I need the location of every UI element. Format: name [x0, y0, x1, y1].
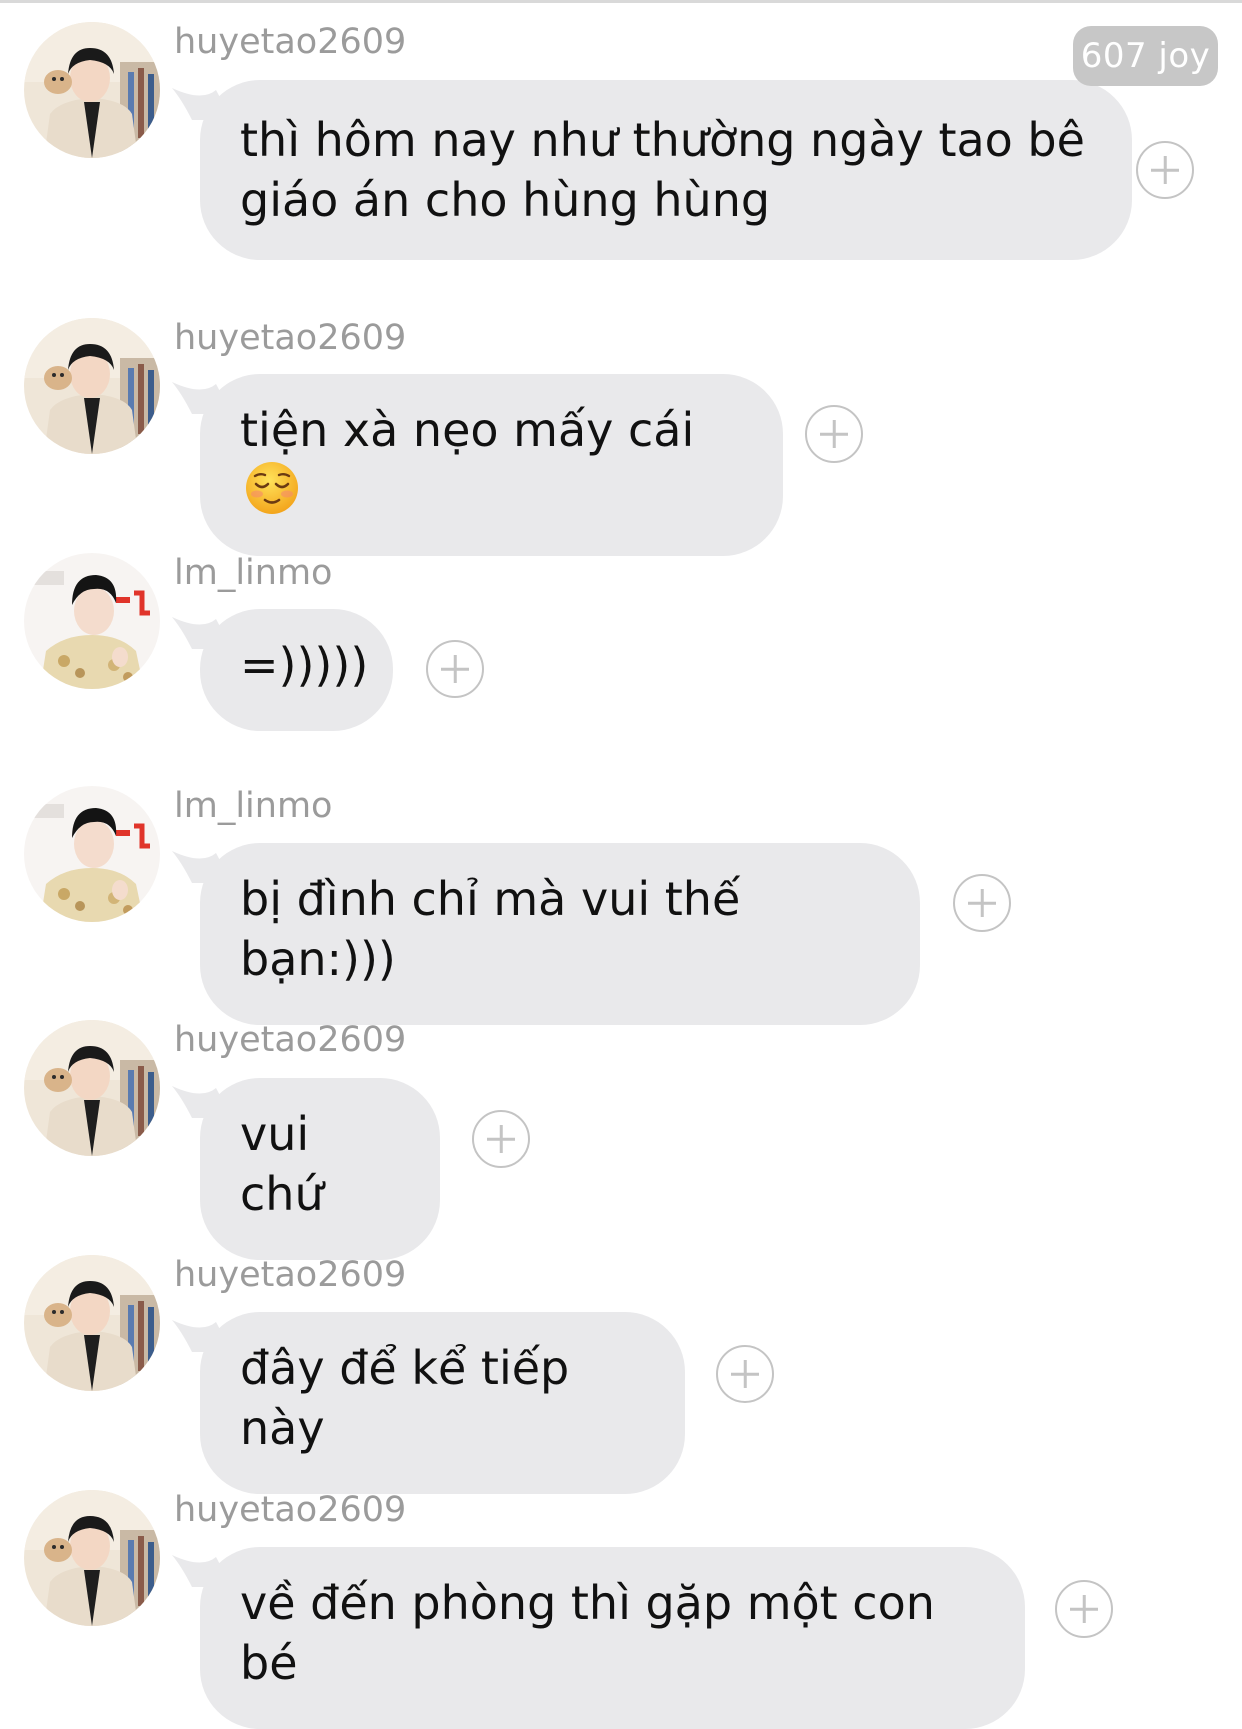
message-bubble[interactable]: thì hôm nay như thường ngày tao bê giáo …: [200, 80, 1132, 260]
username[interactable]: huyetao2609: [174, 1255, 406, 1295]
avatar[interactable]: [24, 22, 160, 158]
add-reaction-icon[interactable]: [426, 640, 484, 698]
add-reaction-icon[interactable]: [716, 1345, 774, 1403]
message-bubble-wrap: bị đình chỉ mà vui thế bạn:))): [172, 843, 920, 1025]
add-reaction-icon[interactable]: [472, 1110, 530, 1168]
add-reaction-icon[interactable]: [1055, 1580, 1113, 1638]
add-reaction-icon[interactable]: [1136, 141, 1194, 199]
top-divider: [0, 0, 1242, 3]
avatar[interactable]: [24, 1020, 160, 1156]
message-text: tiện xà nẹo mấy cái: [240, 403, 695, 457]
username[interactable]: lm_linmo: [174, 786, 332, 826]
relieved-face-emoji: [246, 462, 298, 514]
message-bubble-wrap: về đến phòng thì gặp một con bé: [172, 1547, 1025, 1729]
message-bubble-wrap: =))))): [172, 609, 393, 731]
message-bubble[interactable]: tiện xà nẹo mấy cái: [200, 374, 783, 556]
username[interactable]: huyetao2609: [174, 318, 406, 358]
username[interactable]: huyetao2609: [174, 1490, 406, 1530]
message-bubble[interactable]: về đến phòng thì gặp một con bé: [200, 1547, 1025, 1729]
avatar[interactable]: [24, 1255, 160, 1391]
avatar[interactable]: [24, 318, 160, 454]
message-bubble[interactable]: bị đình chỉ mà vui thế bạn:))): [200, 843, 920, 1025]
message-bubble[interactable]: đây để kể tiếp này: [200, 1312, 685, 1494]
message-bubble-wrap: vui chứ: [172, 1078, 440, 1260]
message-bubble[interactable]: =))))): [200, 609, 393, 731]
username[interactable]: huyetao2609: [174, 22, 406, 62]
points-badge: 607 joy: [1073, 26, 1218, 86]
username[interactable]: huyetao2609: [174, 1020, 406, 1060]
message-bubble-wrap: tiện xà nẹo mấy cái: [172, 374, 783, 556]
message-bubble[interactable]: vui chứ: [200, 1078, 440, 1260]
message-bubble-wrap: đây để kể tiếp này: [172, 1312, 685, 1494]
avatar[interactable]: [24, 1490, 160, 1626]
add-reaction-icon[interactable]: [805, 405, 863, 463]
username[interactable]: lm_linmo: [174, 553, 332, 593]
add-reaction-icon[interactable]: [953, 874, 1011, 932]
avatar[interactable]: [24, 553, 160, 689]
message-bubble-wrap: thì hôm nay như thường ngày tao bê giáo …: [172, 80, 1132, 260]
avatar[interactable]: [24, 786, 160, 922]
